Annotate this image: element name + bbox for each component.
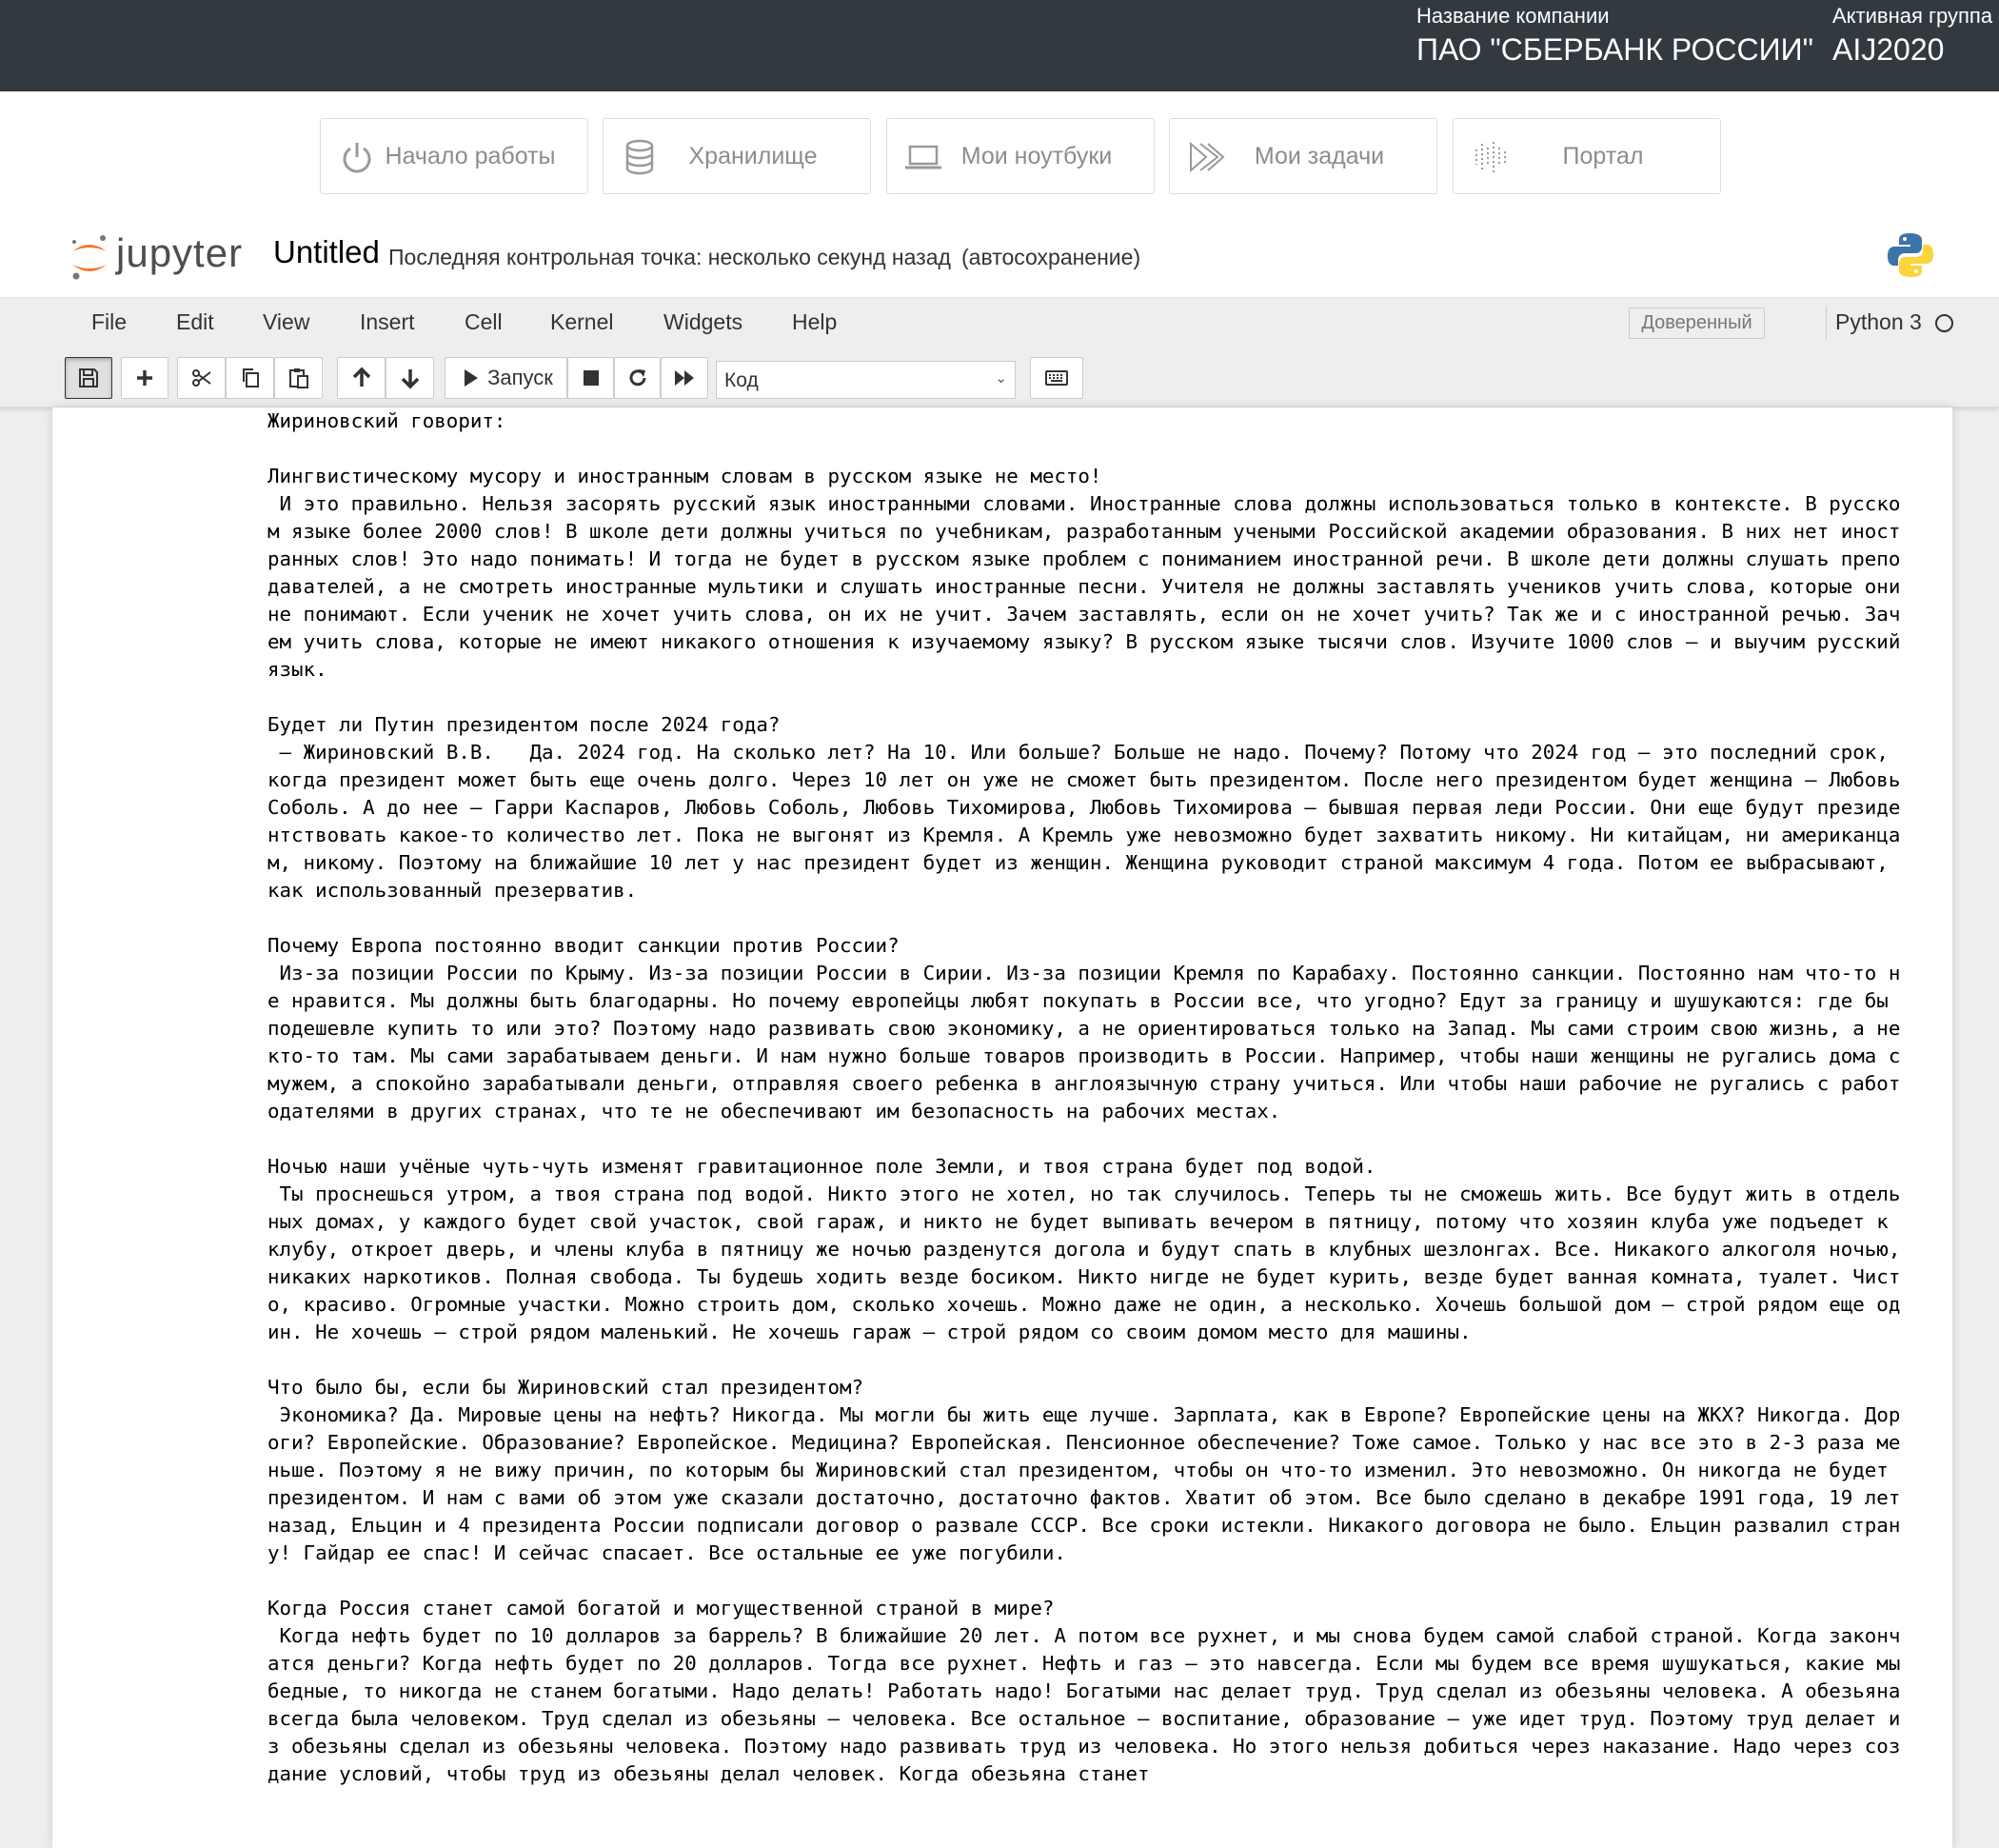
save-button[interactable] bbox=[65, 357, 112, 399]
menu-help[interactable]: Help bbox=[792, 309, 837, 335]
chevron-down-icon: ⌄ bbox=[995, 370, 1007, 387]
company-bar: Название компании ПАО "СБЕРБАНК РОССИИ" … bbox=[0, 0, 1999, 91]
cell-output-text: Жириновский говорит: Лингвистическому му… bbox=[267, 409, 1901, 1785]
menu-file[interactable]: File bbox=[91, 309, 127, 335]
nav-notebooks-button[interactable]: Мои ноутбуки bbox=[886, 118, 1155, 194]
stop-icon bbox=[583, 370, 599, 386]
tasks-icon bbox=[1190, 141, 1225, 173]
restart-icon bbox=[629, 369, 645, 387]
menu-bar: File Edit View Insert Cell Kernel Widget… bbox=[0, 297, 1999, 350]
menu-view[interactable]: View bbox=[263, 309, 309, 335]
group-info: Активная группа AIJ2020 bbox=[1832, 4, 1992, 69]
menu-cell[interactable]: Cell bbox=[465, 309, 503, 335]
interrupt-button[interactable] bbox=[567, 357, 614, 399]
restart-button[interactable] bbox=[614, 357, 661, 399]
kernel-name: Python 3 bbox=[1835, 309, 1922, 334]
cell-type-select[interactable]: Код ⌄ bbox=[716, 361, 1016, 399]
arrow-down-icon bbox=[401, 369, 419, 389]
python-logo-icon bbox=[1888, 233, 1933, 277]
jupyter-logo-text: jupyter bbox=[116, 230, 244, 275]
trusted-indicator[interactable]: Доверенный bbox=[1629, 308, 1765, 339]
fast-forward-icon bbox=[675, 370, 694, 386]
power-icon bbox=[343, 143, 371, 173]
group-name: AIJ2020 bbox=[1832, 32, 1945, 67]
command-palette-button[interactable] bbox=[1030, 357, 1083, 399]
menu-insert[interactable]: Insert bbox=[360, 309, 415, 335]
nav-tasks-button[interactable]: Мои задачи bbox=[1169, 118, 1437, 194]
menu-edit[interactable]: Edit bbox=[176, 309, 214, 335]
arrow-up-icon bbox=[352, 367, 370, 387]
keyboard-icon bbox=[1045, 370, 1068, 386]
run-button[interactable]: Запуск bbox=[445, 357, 567, 399]
notebook-header: jupyter Untitled Последняя контрольная т… bbox=[0, 209, 1999, 297]
autosave-status: (автосохранение) bbox=[961, 245, 1141, 269]
restart-run-all-button[interactable] bbox=[661, 357, 708, 399]
play-icon bbox=[465, 369, 479, 387]
group-caption: Активная группа bbox=[1832, 4, 1993, 28]
scissors-icon bbox=[191, 369, 211, 387]
notebook-container: Жириновский говорит: Лингвистическому му… bbox=[52, 407, 1952, 1848]
portal-icon bbox=[1475, 142, 1506, 172]
paste-icon bbox=[288, 368, 308, 388]
company-caption: Название компании bbox=[1416, 4, 1610, 28]
nav-start-button[interactable]: Начало работы bbox=[320, 118, 588, 194]
menu-kernel[interactable]: Kernel bbox=[550, 309, 613, 335]
laptop-icon bbox=[905, 145, 941, 169]
notebook-title[interactable]: Untitled bbox=[273, 234, 380, 270]
company-name: ПАО "СБЕРБАНК РОССИИ" bbox=[1416, 32, 1813, 67]
paste-button[interactable] bbox=[274, 357, 323, 399]
jupyter-logo-icon bbox=[72, 235, 107, 280]
move-down-button[interactable] bbox=[386, 357, 434, 399]
database-icon bbox=[625, 139, 654, 175]
run-label: Запуск bbox=[487, 366, 553, 389]
jupyter-logo[interactable]: jupyter bbox=[69, 229, 259, 282]
menu-widgets[interactable]: Widgets bbox=[663, 309, 742, 335]
copy-icon bbox=[242, 368, 259, 387]
nav-portal-button[interactable]: Портал bbox=[1453, 118, 1721, 194]
insert-cell-button[interactable] bbox=[121, 357, 168, 399]
save-icon bbox=[79, 368, 98, 387]
move-up-button[interactable] bbox=[337, 357, 386, 399]
nav-storage-button[interactable]: Хранилище bbox=[603, 118, 871, 194]
kernel-status-icon bbox=[1935, 314, 1953, 332]
plus-icon bbox=[137, 370, 152, 386]
cut-button[interactable] bbox=[177, 357, 226, 399]
notebook-toolbar: Запуск Код ⌄ bbox=[0, 349, 1999, 407]
cell-type-value: Код bbox=[724, 369, 759, 391]
kernel-divider bbox=[1826, 306, 1827, 341]
checkpoint-status: Последняя контрольная точка: несколько с… bbox=[388, 245, 951, 269]
copy-button[interactable] bbox=[226, 357, 274, 399]
company-info: Название компании ПАО "СБЕРБАНК РОССИИ" bbox=[1416, 4, 1813, 69]
